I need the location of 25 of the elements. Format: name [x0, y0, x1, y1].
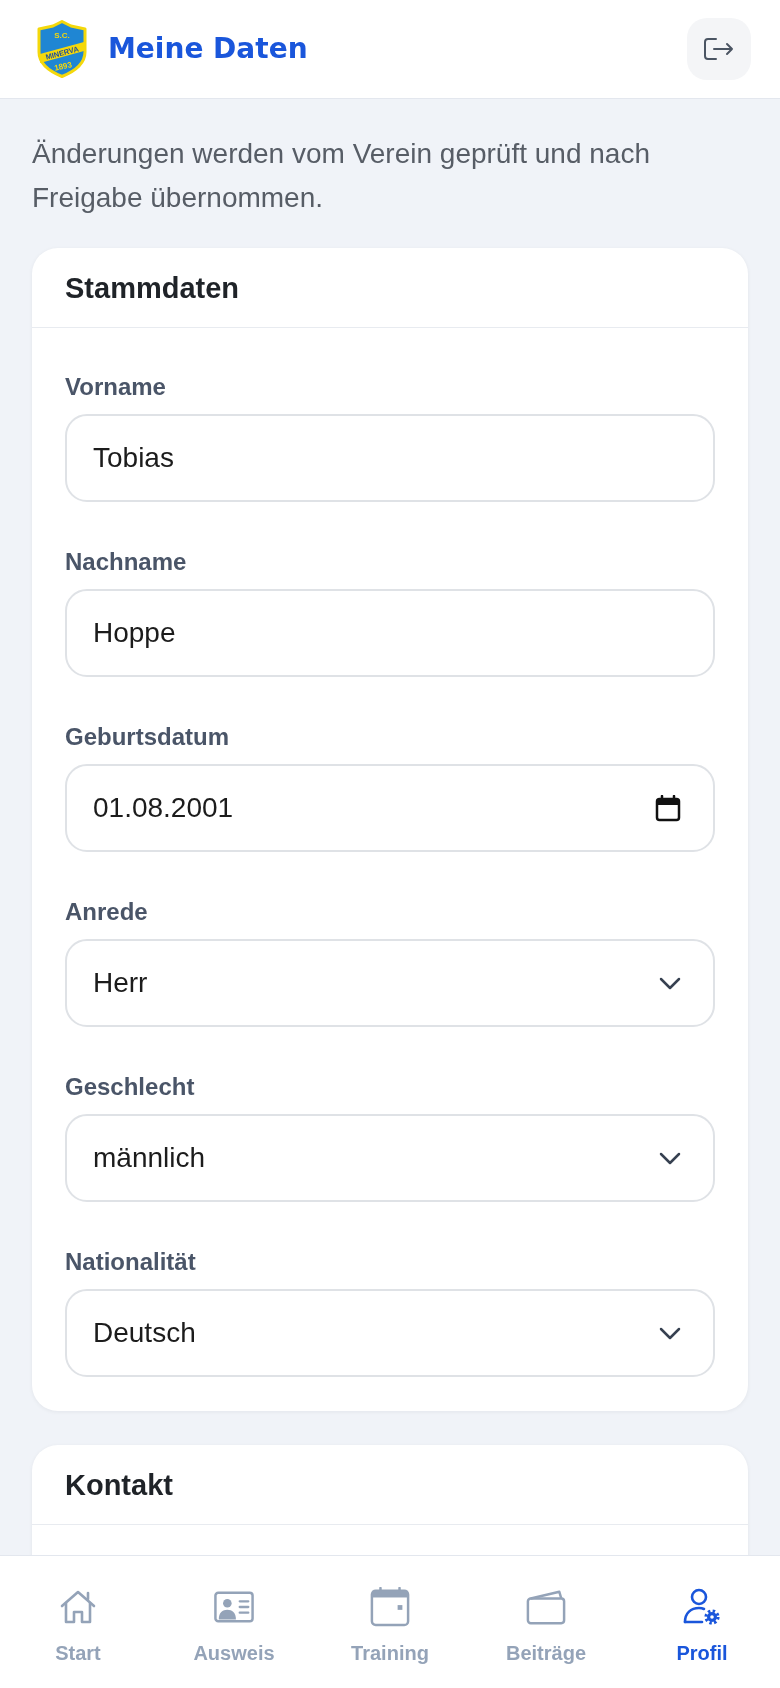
- page-title: Meine Daten: [108, 32, 308, 66]
- chevron-down-icon: [659, 976, 681, 990]
- field-label: Geschlecht: [65, 1072, 196, 1102]
- card-title: Stammdaten: [65, 270, 240, 306]
- field-label: Anrede: [65, 897, 149, 927]
- dropdown-field[interactable]: männlich: [65, 1114, 715, 1202]
- field-label: Nationalität: [65, 1247, 197, 1277]
- chevron-down-icon: [659, 1151, 681, 1165]
- card-title: Kontakt: [65, 1467, 173, 1503]
- dropdown-field[interactable]: Herr: [65, 939, 715, 1027]
- field-label: Vorname: [65, 372, 167, 402]
- field-label: Geburtsdatum: [65, 722, 230, 752]
- text-field[interactable]: Tobias: [65, 414, 715, 502]
- dropdown-field[interactable]: Deutsch: [65, 1289, 715, 1377]
- nav-tab[interactable]: Profil: [624, 1556, 780, 1688]
- text-field[interactable]: Hoppe: [65, 589, 715, 677]
- user-gear-icon: [682, 1587, 722, 1627]
- info-text: Änderungen werden vom Verein geprüft und nach Freigabe übernommen.: [32, 137, 651, 215]
- date-field[interactable]: 01.08.2001: [65, 764, 715, 852]
- logout-button[interactable]: [687, 18, 751, 80]
- field-label: Nachname: [65, 547, 188, 577]
- calendar-icon: [370, 1587, 410, 1627]
- calendar-icon: [655, 794, 681, 822]
- logout-icon: [704, 38, 734, 60]
- chevron-down-icon: [659, 1326, 681, 1340]
